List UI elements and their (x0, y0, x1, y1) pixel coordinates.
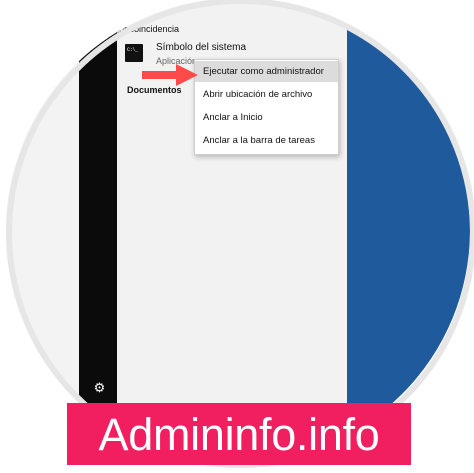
menu-item-pin-to-start[interactable]: Anclar a Inicio (195, 107, 338, 128)
gear-icon[interactable]: ⚙ (93, 381, 106, 394)
command-prompt-icon (125, 44, 143, 62)
documents-heading: Documentos (127, 85, 182, 95)
context-menu: Ejecutar como administrador Abrir ubicac… (194, 59, 339, 155)
best-match-heading: jor coincidencia (117, 24, 180, 34)
menu-item-pin-to-taskbar[interactable]: Anclar a la barra de tareas (195, 130, 338, 151)
circular-crop: jor coincidencia Símbolo del sistema Apl… (6, 0, 470, 462)
red-arrow-icon (142, 64, 198, 86)
result-title: Símbolo del sistema (156, 42, 247, 53)
watermark-text: Admininfo.info (98, 408, 380, 460)
menu-item-run-as-admin[interactable]: Ejecutar como administrador (195, 61, 338, 82)
watermark-banner: Admininfo.info (67, 403, 411, 465)
menu-item-open-file-location[interactable]: Abrir ubicación de archivo (195, 84, 338, 105)
desktop-background (347, 0, 470, 462)
screenshot-canvas: jor coincidencia Símbolo del sistema Apl… (0, 0, 474, 473)
